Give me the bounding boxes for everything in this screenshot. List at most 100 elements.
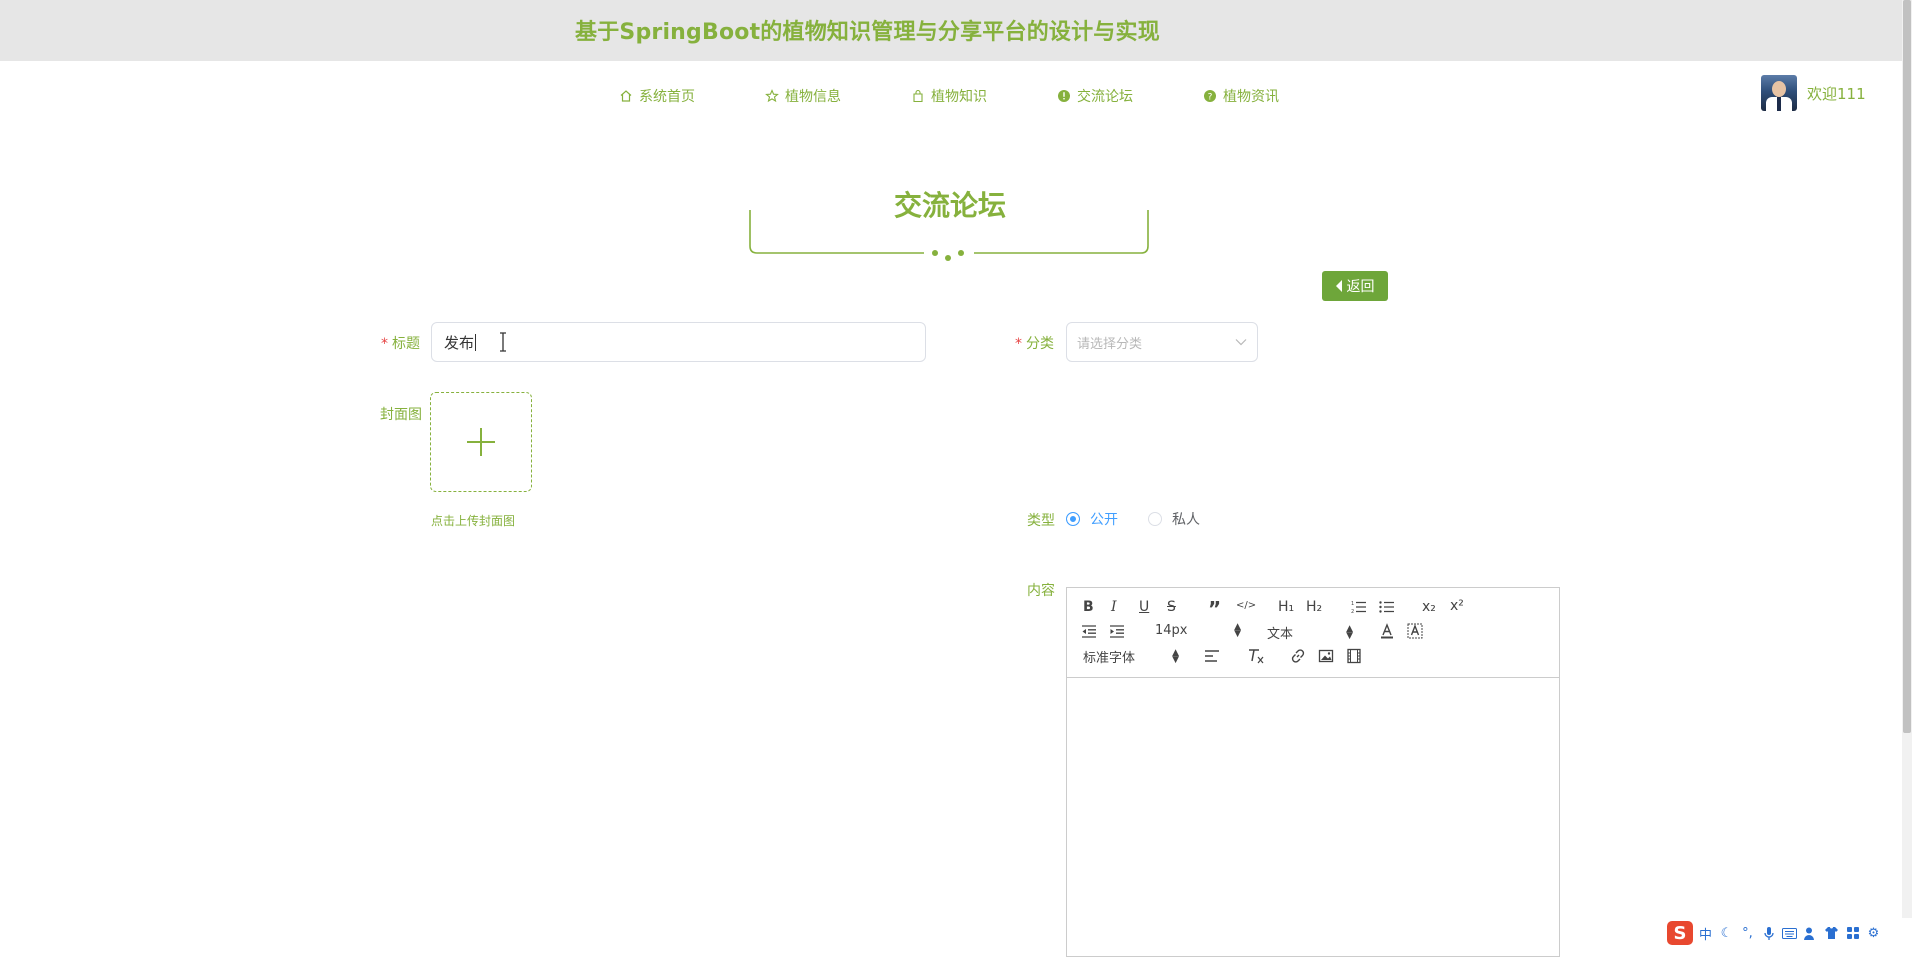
title-input-value: 发布 — [444, 333, 475, 352]
radio-dot — [1066, 512, 1080, 526]
plus-icon — [467, 428, 495, 456]
keyboard-icon[interactable] — [1781, 925, 1798, 942]
user-account-icon[interactable] — [1802, 925, 1819, 942]
updown-arrows-icon: ▲ ▼ — [1172, 647, 1179, 665]
back-button-label: 返回 — [1346, 279, 1375, 295]
nav-item-label: 植物信息 — [785, 89, 841, 105]
back-button[interactable]: 返回 — [1322, 271, 1388, 301]
nav-item-plant-knowledge[interactable]: 植物知识 — [911, 86, 987, 106]
nav-item-forum[interactable]: 交流论坛 — [1057, 86, 1133, 106]
radio-label: 公开 — [1090, 512, 1118, 528]
title-label-text: 标题 — [392, 336, 420, 352]
type-radio-private[interactable]: 私人 — [1148, 509, 1200, 529]
nav-item-label: 植物资讯 — [1223, 89, 1279, 105]
type-radio-public[interactable]: 公开 — [1066, 509, 1118, 529]
bag-icon — [913, 89, 923, 103]
strike-button[interactable]: S — [1167, 599, 1176, 615]
title-decoration — [749, 210, 1149, 261]
italic-button[interactable]: I — [1111, 599, 1117, 615]
avatar-tie — [1777, 97, 1781, 111]
title-field-label: * 标题 — [381, 333, 420, 353]
video-icon[interactable] — [1346, 648, 1362, 664]
info-circle-icon — [1058, 90, 1070, 102]
ibeam-cursor-icon — [500, 332, 506, 352]
nav-item-label: 交流论坛 — [1077, 89, 1133, 105]
editor-content-area[interactable] — [1067, 678, 1559, 956]
header-select-value: 文本 — [1267, 627, 1294, 642]
link-icon[interactable] — [1290, 648, 1306, 664]
avatar[interactable] — [1761, 75, 1797, 111]
nav-item-label: 系统首页 — [639, 89, 695, 105]
chevron-down-icon — [1235, 339, 1247, 346]
avatar-face — [1772, 81, 1786, 97]
caret-left-icon — [1335, 280, 1342, 292]
radio-dot — [1148, 512, 1162, 526]
microphone-icon[interactable] — [1760, 925, 1777, 942]
cover-field-label: 封面图 — [380, 407, 422, 423]
font-size-select[interactable]: 14px ▲ ▼ — [1155, 621, 1241, 639]
main-nav: 系统首页 植物信息 植物知识 交流论坛 ? 植物资讯 — [0, 86, 1900, 108]
gear-icon[interactable]: ⚙ — [1865, 925, 1882, 942]
required-asterisk: * — [1015, 336, 1022, 352]
nav-item-plant-news[interactable]: ? 植物资讯 — [1203, 86, 1279, 106]
bullet-list-icon[interactable] — [1379, 600, 1395, 614]
rich-text-editor: B I U S ” </> H₁ H₂ 12 x₂ x² 14px ▲ ▼ 文本 … — [1066, 587, 1560, 957]
sogou-ime-icon[interactable]: S — [1667, 921, 1693, 945]
bold-button[interactable]: B — [1083, 599, 1094, 615]
superscript-button[interactable]: x² — [1450, 598, 1464, 614]
required-asterisk: * — [381, 336, 388, 352]
cover-upload-hint: 点击上传封面图 — [431, 514, 516, 528]
text-color-icon[interactable] — [1379, 623, 1395, 639]
type-field-label: 类型 — [1027, 513, 1055, 529]
code-block-button[interactable]: </> — [1236, 600, 1256, 611]
font-family-value: 标准字体 — [1083, 651, 1136, 666]
ordered-list-icon[interactable]: 12 — [1351, 600, 1367, 614]
cover-upload-button[interactable] — [430, 392, 532, 492]
blockquote-button[interactable]: ” — [1208, 597, 1221, 621]
scrollbar-thumb[interactable] — [1903, 0, 1911, 733]
punctuation-icon[interactable]: °, — [1739, 925, 1756, 942]
svg-text:?: ? — [1208, 93, 1213, 103]
nav-item-label: 植物知识 — [931, 89, 987, 105]
vertical-scrollbar[interactable] — [1902, 0, 1912, 948]
category-select[interactable]: 请选择分类 — [1066, 322, 1258, 362]
clear-format-icon[interactable] — [1247, 648, 1265, 664]
welcome-text: 欢迎111 — [1807, 84, 1866, 103]
underline-button[interactable]: U — [1139, 599, 1149, 615]
outdent-icon[interactable] — [1081, 625, 1097, 638]
image-icon[interactable] — [1318, 648, 1334, 664]
updown-arrows-icon: ▲ ▼ — [1234, 621, 1241, 639]
nav-item-plant-info[interactable]: 植物信息 — [765, 86, 841, 106]
category-placeholder: 请选择分类 — [1077, 336, 1143, 352]
editor-toolbar: B I U S ” </> H₁ H₂ 12 x₂ x² 14px ▲ ▼ 文本 … — [1067, 588, 1559, 678]
text-caret — [475, 333, 477, 351]
svg-text:2: 2 — [1351, 609, 1354, 614]
background-color-icon[interactable] — [1407, 623, 1423, 639]
user-menu[interactable]: 欢迎111 — [1761, 75, 1866, 111]
category-field-label: * 分类 — [1015, 333, 1054, 353]
content-field-label: 内容 — [1027, 583, 1055, 599]
moon-icon[interactable]: ☾ — [1718, 925, 1735, 942]
star-icon — [765, 89, 779, 103]
align-left-icon[interactable] — [1204, 649, 1220, 663]
ime-mode-label[interactable]: 中 — [1697, 925, 1714, 943]
h1-button[interactable]: H₁ — [1278, 599, 1294, 615]
updown-arrows-icon: ▲ ▼ — [1346, 623, 1353, 641]
top-header-bar: 基于SpringBoot的植物知识管理与分享平台的设计与实现 — [0, 0, 1902, 61]
font-size-value: 14px — [1155, 623, 1188, 638]
apps-grid-icon[interactable] — [1844, 925, 1861, 942]
category-label-text: 分类 — [1026, 336, 1054, 352]
site-title: 基于SpringBoot的植物知识管理与分享平台的设计与实现 — [575, 20, 1160, 45]
h2-button[interactable]: H₂ — [1306, 599, 1322, 615]
font-family-select[interactable]: 标准字体 ▲ ▼ — [1083, 647, 1179, 666]
subscript-button[interactable]: x₂ — [1422, 599, 1436, 615]
skin-shirt-icon[interactable] — [1823, 925, 1840, 942]
nav-item-home[interactable]: 系统首页 — [619, 86, 695, 106]
radio-label: 私人 — [1172, 512, 1200, 528]
svg-text:1: 1 — [1351, 601, 1354, 607]
header-select[interactable]: 文本 ▲ ▼ — [1267, 623, 1353, 642]
question-circle-icon: ? — [1204, 90, 1216, 103]
ime-toolbar: S 中 ☾ °, ⚙ — [1663, 918, 1912, 948]
home-icon — [620, 90, 632, 102]
indent-icon[interactable] — [1109, 625, 1125, 638]
